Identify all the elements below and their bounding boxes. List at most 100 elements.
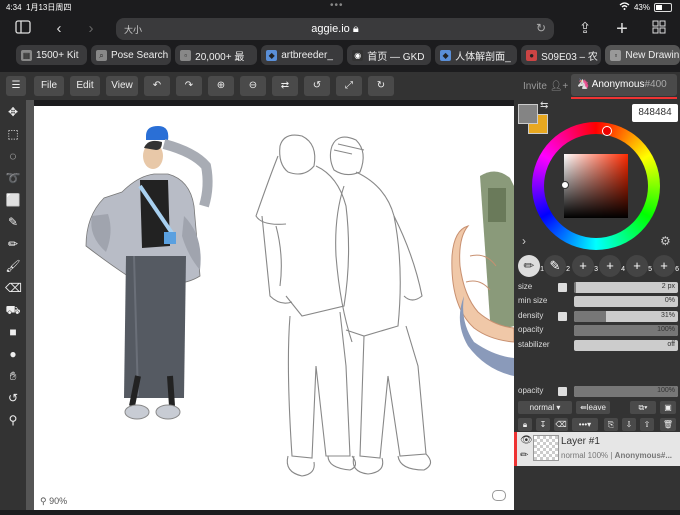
user-id: #400: [644, 79, 667, 90]
size-label: size: [518, 282, 533, 291]
brush-slot-add[interactable]: +6: [653, 255, 679, 277]
canvas-gutter: [26, 100, 34, 510]
expand-chevron-icon[interactable]: ›: [522, 234, 526, 248]
eyedropper-icon[interactable]: ✎: [5, 214, 21, 230]
battery-icon: [654, 2, 672, 12]
layer-name: Layer #1: [561, 436, 600, 447]
brush-slots: ✏ 1 ✎ 2 +3 +4 +5 +6: [514, 252, 680, 280]
flip-icon[interactable]: ⇄: [272, 76, 298, 96]
new-tab-icon[interactable]: +: [613, 19, 631, 39]
zoom-in-icon[interactable]: ⊕: [208, 76, 234, 96]
stabilizer-row: stabilizer off: [518, 340, 678, 352]
hand-icon[interactable]: ✋︎: [5, 368, 21, 384]
address-bar[interactable]: 大小 aggie.io 🔒︎ ↻: [116, 18, 554, 40]
tab-favicon-icon: ●: [526, 49, 538, 61]
rotate-right-icon[interactable]: ↻: [368, 76, 394, 96]
share-icon[interactable]: ⇪: [576, 20, 594, 38]
merge-down-icon[interactable]: ↧: [536, 418, 550, 431]
brush-slot-add[interactable]: +3: [572, 255, 598, 277]
user-button[interactable]: 🦄 Anonymous#400: [571, 74, 677, 99]
density-slider[interactable]: 31%: [574, 311, 678, 322]
brush-slot[interactable]: ✎ 2: [544, 255, 570, 277]
swap-colors-icon[interactable]: ⇆: [540, 100, 548, 111]
leave-button[interactable]: ⇚leave: [576, 401, 610, 414]
fullscreen-icon[interactable]: ⤢: [336, 76, 362, 96]
saturation-value-square[interactable]: [564, 154, 628, 218]
rect-select-icon[interactable]: ⬚: [5, 126, 21, 142]
file-menu[interactable]: File: [34, 76, 64, 96]
browser-tab[interactable]: ◆ artbreeder_: [261, 45, 344, 65]
layer-info: normal 100% | Anonymous#...: [561, 451, 673, 460]
reload-icon[interactable]: ↻: [536, 21, 546, 35]
lasso-icon[interactable]: ➰: [5, 170, 21, 186]
hex-input[interactable]: 848484: [632, 104, 678, 122]
back-icon[interactable]: ‹: [50, 20, 68, 38]
right-panel: ⇆ 848484 › ⚙ ✏ 1 ✎ 2 +3 +4 +5 +6 size 2 px…: [514, 100, 680, 510]
stabilizer-slider[interactable]: off: [574, 340, 678, 351]
view-menu[interactable]: View: [106, 76, 138, 96]
brush-slot-pencil[interactable]: ✏ 1: [518, 255, 544, 277]
settings-gear-icon[interactable]: ⚙: [660, 234, 671, 248]
ellipse-select-icon[interactable]: ◌: [5, 148, 21, 164]
zoom-level[interactable]: ⚲ 90%: [40, 496, 67, 507]
eraser-icon[interactable]: ⌫: [5, 280, 22, 296]
unicorn-icon: 🦄: [577, 79, 590, 90]
layer-more-icon[interactable]: •••▾: [572, 418, 598, 431]
size-pressure-checkbox[interactable]: [558, 283, 567, 292]
ios-status-bar: 4:34 1月13日周四 ••• 43%: [0, 0, 680, 14]
browser-tab[interactable]: ◉ 首页 — GKD: [347, 45, 432, 65]
browser-tab[interactable]: ● S09E03 – 农: [521, 45, 602, 65]
browser-tab[interactable]: ◆ 人体解剖面_: [435, 45, 518, 65]
sidebar-toggle-icon[interactable]: [14, 20, 32, 38]
layer-opacity-checkbox[interactable]: [558, 387, 567, 396]
tab-favicon-icon: ◆: [440, 49, 452, 61]
delete-layer-icon[interactable]: 🗑︎: [660, 418, 676, 431]
tab-overview-icon[interactable]: [650, 20, 668, 38]
sv-handle[interactable]: [561, 181, 569, 189]
blend-mode-select[interactable]: normal ▾: [518, 401, 572, 414]
redo-icon[interactable]: ↷: [176, 76, 202, 96]
menu-icon[interactable]: ☰: [6, 76, 26, 96]
browser-tab[interactable]: ▦ 1500+ Kit: [16, 45, 87, 65]
brush-slot-add[interactable]: +4: [599, 255, 625, 277]
size-slider[interactable]: 2 px: [574, 282, 678, 293]
drawing-canvas[interactable]: [34, 106, 515, 510]
layer-copy-icon[interactable]: ⧉▾: [630, 401, 656, 414]
multitask-dots[interactable]: •••: [330, 0, 344, 11]
hue-ring[interactable]: [532, 122, 660, 250]
new-layer-icon[interactable]: ▣: [660, 401, 676, 414]
fill-bucket-icon[interactable]: ⛟: [5, 302, 21, 318]
browser-tab[interactable]: ⌕ Pose Search: [90, 45, 172, 65]
chat-icon[interactable]: [492, 490, 506, 501]
browser-tab-active[interactable]: ▫ New Drawin: [605, 45, 680, 65]
rectangle-tool-icon[interactable]: ■: [5, 324, 21, 340]
undo-icon[interactable]: ↶: [144, 76, 170, 96]
ellipse-tool-icon[interactable]: ●: [5, 346, 21, 362]
move-tool-icon[interactable]: ✥: [5, 104, 21, 120]
rotate-view-icon[interactable]: ↺: [5, 390, 21, 406]
clear-layer-icon[interactable]: ⌫: [554, 418, 568, 431]
duplicate-layer-icon[interactable]: ⎘: [604, 418, 618, 431]
brush-icon[interactable]: 🖌︎: [5, 258, 21, 274]
lock-layer-icon[interactable]: 🔒︎: [518, 418, 532, 431]
edit-menu[interactable]: Edit: [70, 76, 100, 96]
forward-icon[interactable]: ›: [82, 20, 100, 38]
brush-opacity-slider[interactable]: 100%: [574, 325, 678, 336]
browser-tab[interactable]: ▫ 20,000+ 最: [175, 45, 258, 65]
brush-slot-add[interactable]: +5: [626, 255, 652, 277]
transform-icon[interactable]: ⬜: [5, 192, 21, 208]
min-size-slider[interactable]: 0%: [574, 296, 678, 307]
primary-color-swatch[interactable]: [518, 104, 538, 124]
invite-button[interactable]: Invite 👤︎+: [523, 81, 568, 92]
density-pressure-checkbox[interactable]: [558, 312, 567, 321]
upload-layer-icon[interactable]: ⇧: [640, 418, 654, 431]
download-layer-icon[interactable]: ⇩: [622, 418, 636, 431]
zoom-out-icon[interactable]: ⊖: [240, 76, 266, 96]
hue-handle[interactable]: [602, 126, 612, 136]
layer-opacity-slider[interactable]: 100%: [574, 386, 678, 397]
pencil-icon[interactable]: ✏: [5, 236, 21, 252]
layer-row[interactable]: 👁︎ ✏ Layer #1 normal 100% | Anonymous#..…: [514, 432, 680, 466]
visibility-eye-icon[interactable]: 👁︎: [520, 435, 533, 446]
rotate-left-icon[interactable]: ↺: [304, 76, 330, 96]
zoom-tool-icon[interactable]: ⚲: [5, 412, 21, 428]
